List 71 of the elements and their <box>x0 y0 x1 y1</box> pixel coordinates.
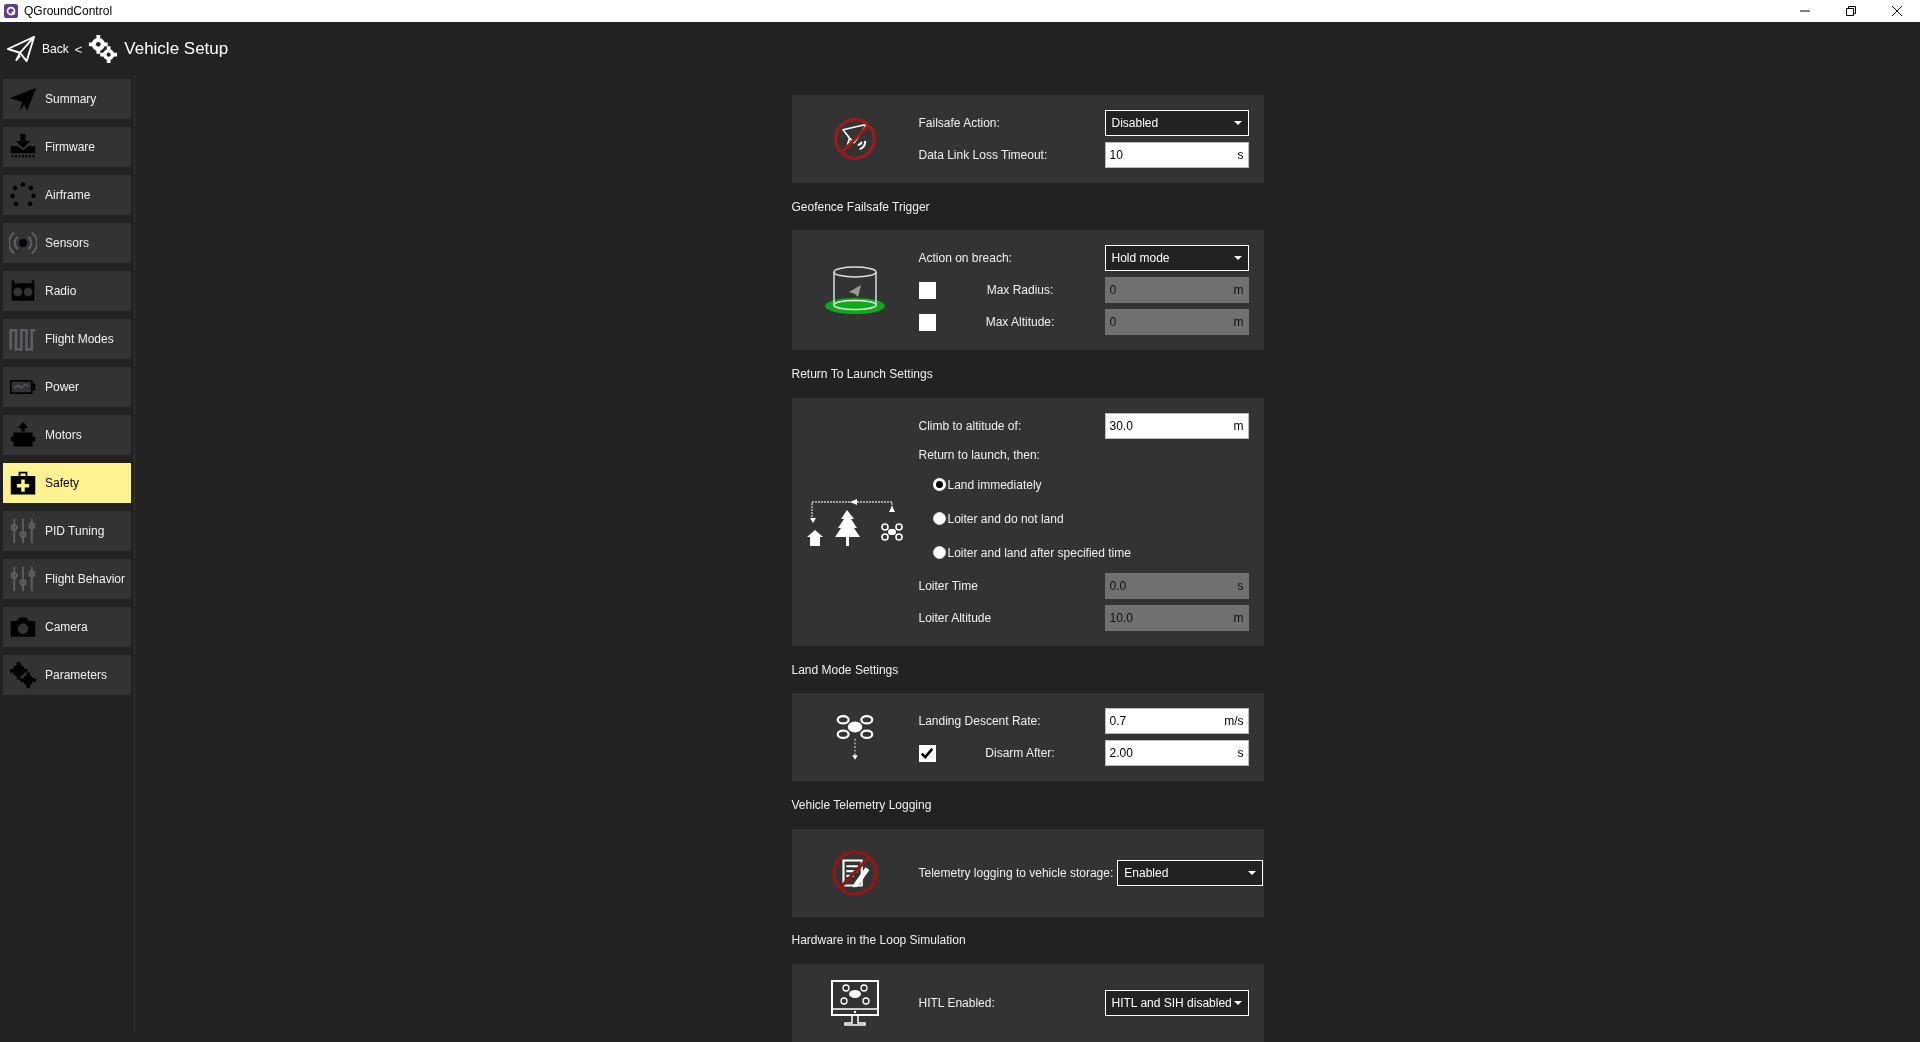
field-label: Data Link Loss Timeout: <box>918 148 1049 162</box>
motor-icon <box>9 421 37 449</box>
sidebar-item[interactable]: Sensors <box>3 223 131 263</box>
drone-landing-icon <box>835 713 875 762</box>
section-title: Geofence Failsafe Trigger <box>791 199 930 214</box>
download-icon <box>9 133 37 161</box>
signal-waves-icon <box>9 229 37 257</box>
sidebar-item[interactable]: Safety <box>3 463 131 503</box>
sidebar-item[interactable]: Summary <box>3 79 131 119</box>
sidebar-item[interactable]: Firmware <box>3 127 131 167</box>
caret-icon <box>1248 870 1257 875</box>
field-label: Telemetry logging to vehicle storage: <box>918 865 1114 880</box>
sidebar-item[interactable]: PID Tuning <box>3 511 131 551</box>
logging-prohibited-icon <box>831 848 879 897</box>
field-label: Loiter Altitude <box>918 610 993 625</box>
gears-icon <box>88 34 119 64</box>
field-label: Landing Descent Rate: <box>918 714 1042 729</box>
dropdown[interactable]: Disabled <box>1104 110 1249 136</box>
restore-icon <box>1846 6 1856 16</box>
gears-icon <box>9 661 37 689</box>
field-label: Climb to altitude of: <box>918 418 1023 433</box>
app-logo-icon <box>4 4 18 18</box>
number-field[interactable]: 10 s <box>1104 142 1249 168</box>
field-label: Max Altitude: <box>984 315 1056 330</box>
caret-icon <box>1233 121 1242 125</box>
checkbox[interactable] <box>918 744 936 762</box>
number-field[interactable]: 2.00 s <box>1104 740 1249 767</box>
sidebar-item[interactable]: Radio <box>3 271 131 311</box>
sidebar-item[interactable]: Flight Modes <box>3 319 131 359</box>
sidebar-item[interactable]: Flight Behavior <box>3 559 131 599</box>
dot-ring-icon <box>9 181 37 209</box>
checkmark-icon <box>920 746 934 761</box>
section-title: Land Mode Settings <box>791 662 899 677</box>
field-label: Return to launch, then: <box>918 447 1040 462</box>
paper-plane-icon <box>9 85 37 113</box>
link-loss-prohibited-icon <box>832 116 878 162</box>
geofence-cylinder-icon <box>823 264 887 317</box>
field-label: Loiter Time <box>918 578 979 593</box>
sliders-icon <box>9 565 37 593</box>
monitor-drone-icon <box>830 979 880 1028</box>
caret-icon <box>1233 1001 1242 1006</box>
number-field[interactable]: 30.0 m <box>1104 412 1249 439</box>
window-title: QGroundControl <box>24 4 114 18</box>
sliders-icon <box>9 517 37 545</box>
section-title: Vehicle Telemetry Logging <box>791 797 932 812</box>
field-label: Disarm After: <box>984 746 1056 761</box>
field-label: Max Radius: <box>985 283 1055 298</box>
sidebar-item[interactable]: Motors <box>3 415 131 455</box>
sidebar-item[interactable]: Camera <box>3 607 131 647</box>
field-label: Failsafe Action: <box>918 116 1001 130</box>
number-field[interactable]: 0.7 m/s <box>1104 708 1249 735</box>
page-title: Vehicle Setup <box>124 39 229 59</box>
sidebar-item[interactable]: Airframe <box>3 175 131 215</box>
radio-button[interactable]: Loiter and land after specified time <box>932 545 1131 560</box>
section-title: Return To Launch Settings <box>791 367 933 382</box>
radio-button[interactable]: Loiter and do not land <box>932 511 1064 526</box>
breadcrumb-separator: < <box>74 41 83 57</box>
first-aid-kit-icon <box>9 469 37 497</box>
close-icon <box>1892 6 1902 16</box>
dropdown[interactable]: Enabled <box>1117 859 1264 886</box>
caret-icon <box>1233 256 1242 261</box>
dropdown[interactable]: Hold mode <box>1104 245 1249 272</box>
dropdown[interactable]: HITL and SIH disabled <box>1104 990 1249 1017</box>
radio-button[interactable]: Land immediately <box>932 477 1042 492</box>
section-title: Hardware in the Loop Simulation <box>791 933 966 948</box>
sidebar-item[interactable]: Parameters <box>3 655 131 695</box>
paper-plane-icon <box>6 34 36 64</box>
back-button[interactable]: Back <box>6 34 69 64</box>
field-label: Action on breach: <box>918 251 1013 266</box>
sidebar-item[interactable]: Power <box>3 367 131 407</box>
field-label: HITL Enabled: <box>918 996 996 1011</box>
